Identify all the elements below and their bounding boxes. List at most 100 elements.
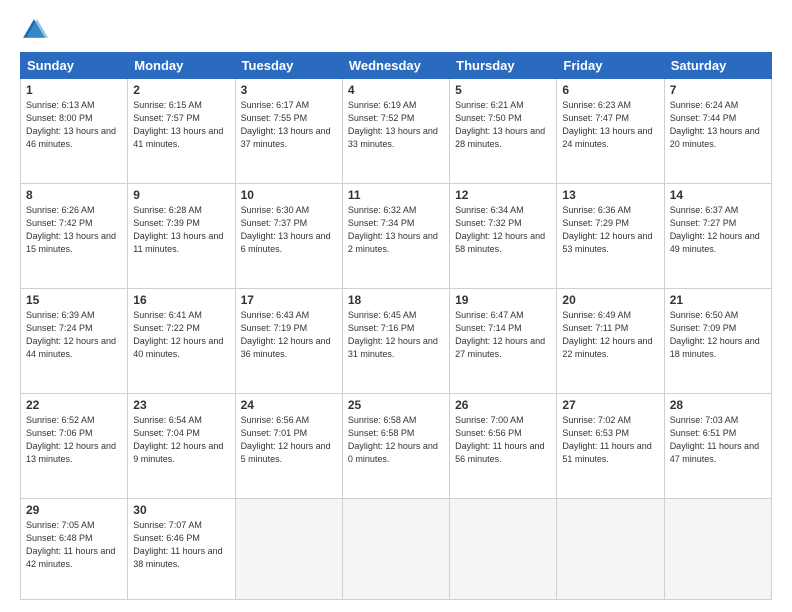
day-number: 13 (562, 188, 658, 202)
calendar-cell: 5 Sunrise: 6:21 AMSunset: 7:50 PMDaylight… (450, 79, 557, 184)
day-number: 11 (348, 188, 444, 202)
day-info: Sunrise: 6:36 AMSunset: 7:29 PMDaylight:… (562, 204, 658, 256)
day-info: Sunrise: 6:54 AMSunset: 7:04 PMDaylight:… (133, 414, 229, 466)
day-info: Sunrise: 6:43 AMSunset: 7:19 PMDaylight:… (241, 309, 337, 361)
day-info: Sunrise: 6:17 AMSunset: 7:55 PMDaylight:… (241, 99, 337, 151)
calendar-cell: 12 Sunrise: 6:34 AMSunset: 7:32 PMDayligh… (450, 183, 557, 288)
day-number: 14 (670, 188, 766, 202)
calendar-week-3: 22 Sunrise: 6:52 AMSunset: 7:06 PMDayligh… (21, 393, 772, 498)
calendar-cell: 6Sunrise: 6:23 AMSunset: 7:47 PMDaylight… (557, 79, 664, 184)
day-number: 9 (133, 188, 229, 202)
calendar-cell: 1 Sunrise: 6:13 AMSunset: 8:00 PMDaylight… (21, 79, 128, 184)
day-info: Sunrise: 6:32 AMSunset: 7:34 PMDaylight:… (348, 204, 444, 256)
day-number: 12 (455, 188, 551, 202)
day-info: Sunrise: 6:56 AMSunset: 7:01 PMDaylight:… (241, 414, 337, 466)
calendar-cell: 29 Sunrise: 7:05 AMSunset: 6:48 PMDayligh… (21, 498, 128, 599)
calendar-cell: 22 Sunrise: 6:52 AMSunset: 7:06 PMDayligh… (21, 393, 128, 498)
day-number: 29 (26, 503, 122, 517)
day-number: 23 (133, 398, 229, 412)
day-number: 30 (133, 503, 229, 517)
day-info: Sunrise: 7:02 AMSunset: 6:53 PMDaylight:… (562, 414, 658, 466)
day-number: 15 (26, 293, 122, 307)
day-info: Sunrise: 6:49 AMSunset: 7:11 PMDaylight:… (562, 309, 658, 361)
day-number: 18 (348, 293, 444, 307)
day-info: Sunrise: 6:37 AMSunset: 7:27 PMDaylight:… (670, 204, 766, 256)
calendar-cell (557, 498, 664, 599)
day-number: 1 (26, 83, 122, 97)
calendar-cell: 16 Sunrise: 6:41 AMSunset: 7:22 PMDayligh… (128, 288, 235, 393)
day-number: 17 (241, 293, 337, 307)
day-number: 3 (241, 83, 337, 97)
day-info: Sunrise: 7:00 AMSunset: 6:56 PMDaylight:… (455, 414, 551, 466)
day-info: Sunrise: 6:19 AMSunset: 7:52 PMDaylight:… (348, 99, 444, 151)
calendar-cell: 28Sunrise: 7:03 AMSunset: 6:51 PMDayligh… (664, 393, 771, 498)
day-number: 26 (455, 398, 551, 412)
header (20, 16, 772, 44)
calendar-cell: 10Sunrise: 6:30 AMSunset: 7:37 PMDayligh… (235, 183, 342, 288)
calendar-week-4: 29 Sunrise: 7:05 AMSunset: 6:48 PMDayligh… (21, 498, 772, 599)
day-number: 27 (562, 398, 658, 412)
day-number: 22 (26, 398, 122, 412)
day-number: 2 (133, 83, 229, 97)
calendar-cell: 4 Sunrise: 6:19 AMSunset: 7:52 PMDaylight… (342, 79, 449, 184)
day-info: Sunrise: 6:47 AMSunset: 7:14 PMDaylight:… (455, 309, 551, 361)
day-number: 6 (562, 83, 658, 97)
day-info: Sunrise: 6:24 AMSunset: 7:44 PMDaylight:… (670, 99, 766, 151)
calendar-cell: 15Sunrise: 6:39 AMSunset: 7:24 PMDayligh… (21, 288, 128, 393)
calendar-cell: 8 Sunrise: 6:26 AMSunset: 7:42 PMDaylight… (21, 183, 128, 288)
day-number: 4 (348, 83, 444, 97)
day-info: Sunrise: 6:58 AMSunset: 6:58 PMDaylight:… (348, 414, 444, 466)
col-thursday: Thursday (450, 53, 557, 79)
calendar-cell: 21 Sunrise: 6:50 AMSunset: 7:09 PMDayligh… (664, 288, 771, 393)
calendar-week-2: 15Sunrise: 6:39 AMSunset: 7:24 PMDayligh… (21, 288, 772, 393)
calendar-cell (235, 498, 342, 599)
day-number: 21 (670, 293, 766, 307)
day-info: Sunrise: 6:28 AMSunset: 7:39 PMDaylight:… (133, 204, 229, 256)
day-info: Sunrise: 6:45 AMSunset: 7:16 PMDaylight:… (348, 309, 444, 361)
day-number: 24 (241, 398, 337, 412)
day-info: Sunrise: 6:26 AMSunset: 7:42 PMDaylight:… (26, 204, 122, 256)
day-number: 5 (455, 83, 551, 97)
calendar-cell: 13 Sunrise: 6:36 AMSunset: 7:29 PMDayligh… (557, 183, 664, 288)
day-info: Sunrise: 6:15 AMSunset: 7:57 PMDaylight:… (133, 99, 229, 151)
calendar-cell: 26 Sunrise: 7:00 AMSunset: 6:56 PMDayligh… (450, 393, 557, 498)
day-number: 7 (670, 83, 766, 97)
calendar-cell: 19 Sunrise: 6:47 AMSunset: 7:14 PMDayligh… (450, 288, 557, 393)
col-monday: Monday (128, 53, 235, 79)
day-number: 20 (562, 293, 658, 307)
day-number: 16 (133, 293, 229, 307)
day-info: Sunrise: 6:21 AMSunset: 7:50 PMDaylight:… (455, 99, 551, 151)
day-info: Sunrise: 6:13 AMSunset: 8:00 PMDaylight:… (26, 99, 122, 151)
day-info: Sunrise: 6:41 AMSunset: 7:22 PMDaylight:… (133, 309, 229, 361)
day-info: Sunrise: 7:05 AMSunset: 6:48 PMDaylight:… (26, 519, 122, 571)
day-info: Sunrise: 7:03 AMSunset: 6:51 PMDaylight:… (670, 414, 766, 466)
calendar-header-row: Sunday Monday Tuesday Wednesday Thursday… (21, 53, 772, 79)
calendar-cell: 3 Sunrise: 6:17 AMSunset: 7:55 PMDaylight… (235, 79, 342, 184)
day-info: Sunrise: 6:34 AMSunset: 7:32 PMDaylight:… (455, 204, 551, 256)
calendar-cell: 7 Sunrise: 6:24 AMSunset: 7:44 PMDaylight… (664, 79, 771, 184)
day-info: Sunrise: 6:50 AMSunset: 7:09 PMDaylight:… (670, 309, 766, 361)
day-info: Sunrise: 6:52 AMSunset: 7:06 PMDaylight:… (26, 414, 122, 466)
calendar-cell: 11 Sunrise: 6:32 AMSunset: 7:34 PMDayligh… (342, 183, 449, 288)
col-friday: Friday (557, 53, 664, 79)
day-number: 8 (26, 188, 122, 202)
calendar-cell: 14 Sunrise: 6:37 AMSunset: 7:27 PMDayligh… (664, 183, 771, 288)
col-sunday: Sunday (21, 53, 128, 79)
page: Sunday Monday Tuesday Wednesday Thursday… (0, 0, 792, 612)
logo (20, 16, 52, 44)
calendar-cell: 25 Sunrise: 6:58 AMSunset: 6:58 PMDayligh… (342, 393, 449, 498)
calendar-cell: 2 Sunrise: 6:15 AMSunset: 7:57 PMDaylight… (128, 79, 235, 184)
calendar-cell (664, 498, 771, 599)
day-number: 25 (348, 398, 444, 412)
calendar-cell: 30 Sunrise: 7:07 AMSunset: 6:46 PMDayligh… (128, 498, 235, 599)
day-info: Sunrise: 7:07 AMSunset: 6:46 PMDaylight:… (133, 519, 229, 571)
calendar-cell (342, 498, 449, 599)
calendar-table: Sunday Monday Tuesday Wednesday Thursday… (20, 52, 772, 600)
col-saturday: Saturday (664, 53, 771, 79)
calendar-cell: 18 Sunrise: 6:45 AMSunset: 7:16 PMDayligh… (342, 288, 449, 393)
day-number: 19 (455, 293, 551, 307)
calendar-cell: 24 Sunrise: 6:56 AMSunset: 7:01 PMDayligh… (235, 393, 342, 498)
col-tuesday: Tuesday (235, 53, 342, 79)
day-info: Sunrise: 6:30 AMSunset: 7:37 PMDaylight:… (241, 204, 337, 256)
calendar-cell (450, 498, 557, 599)
